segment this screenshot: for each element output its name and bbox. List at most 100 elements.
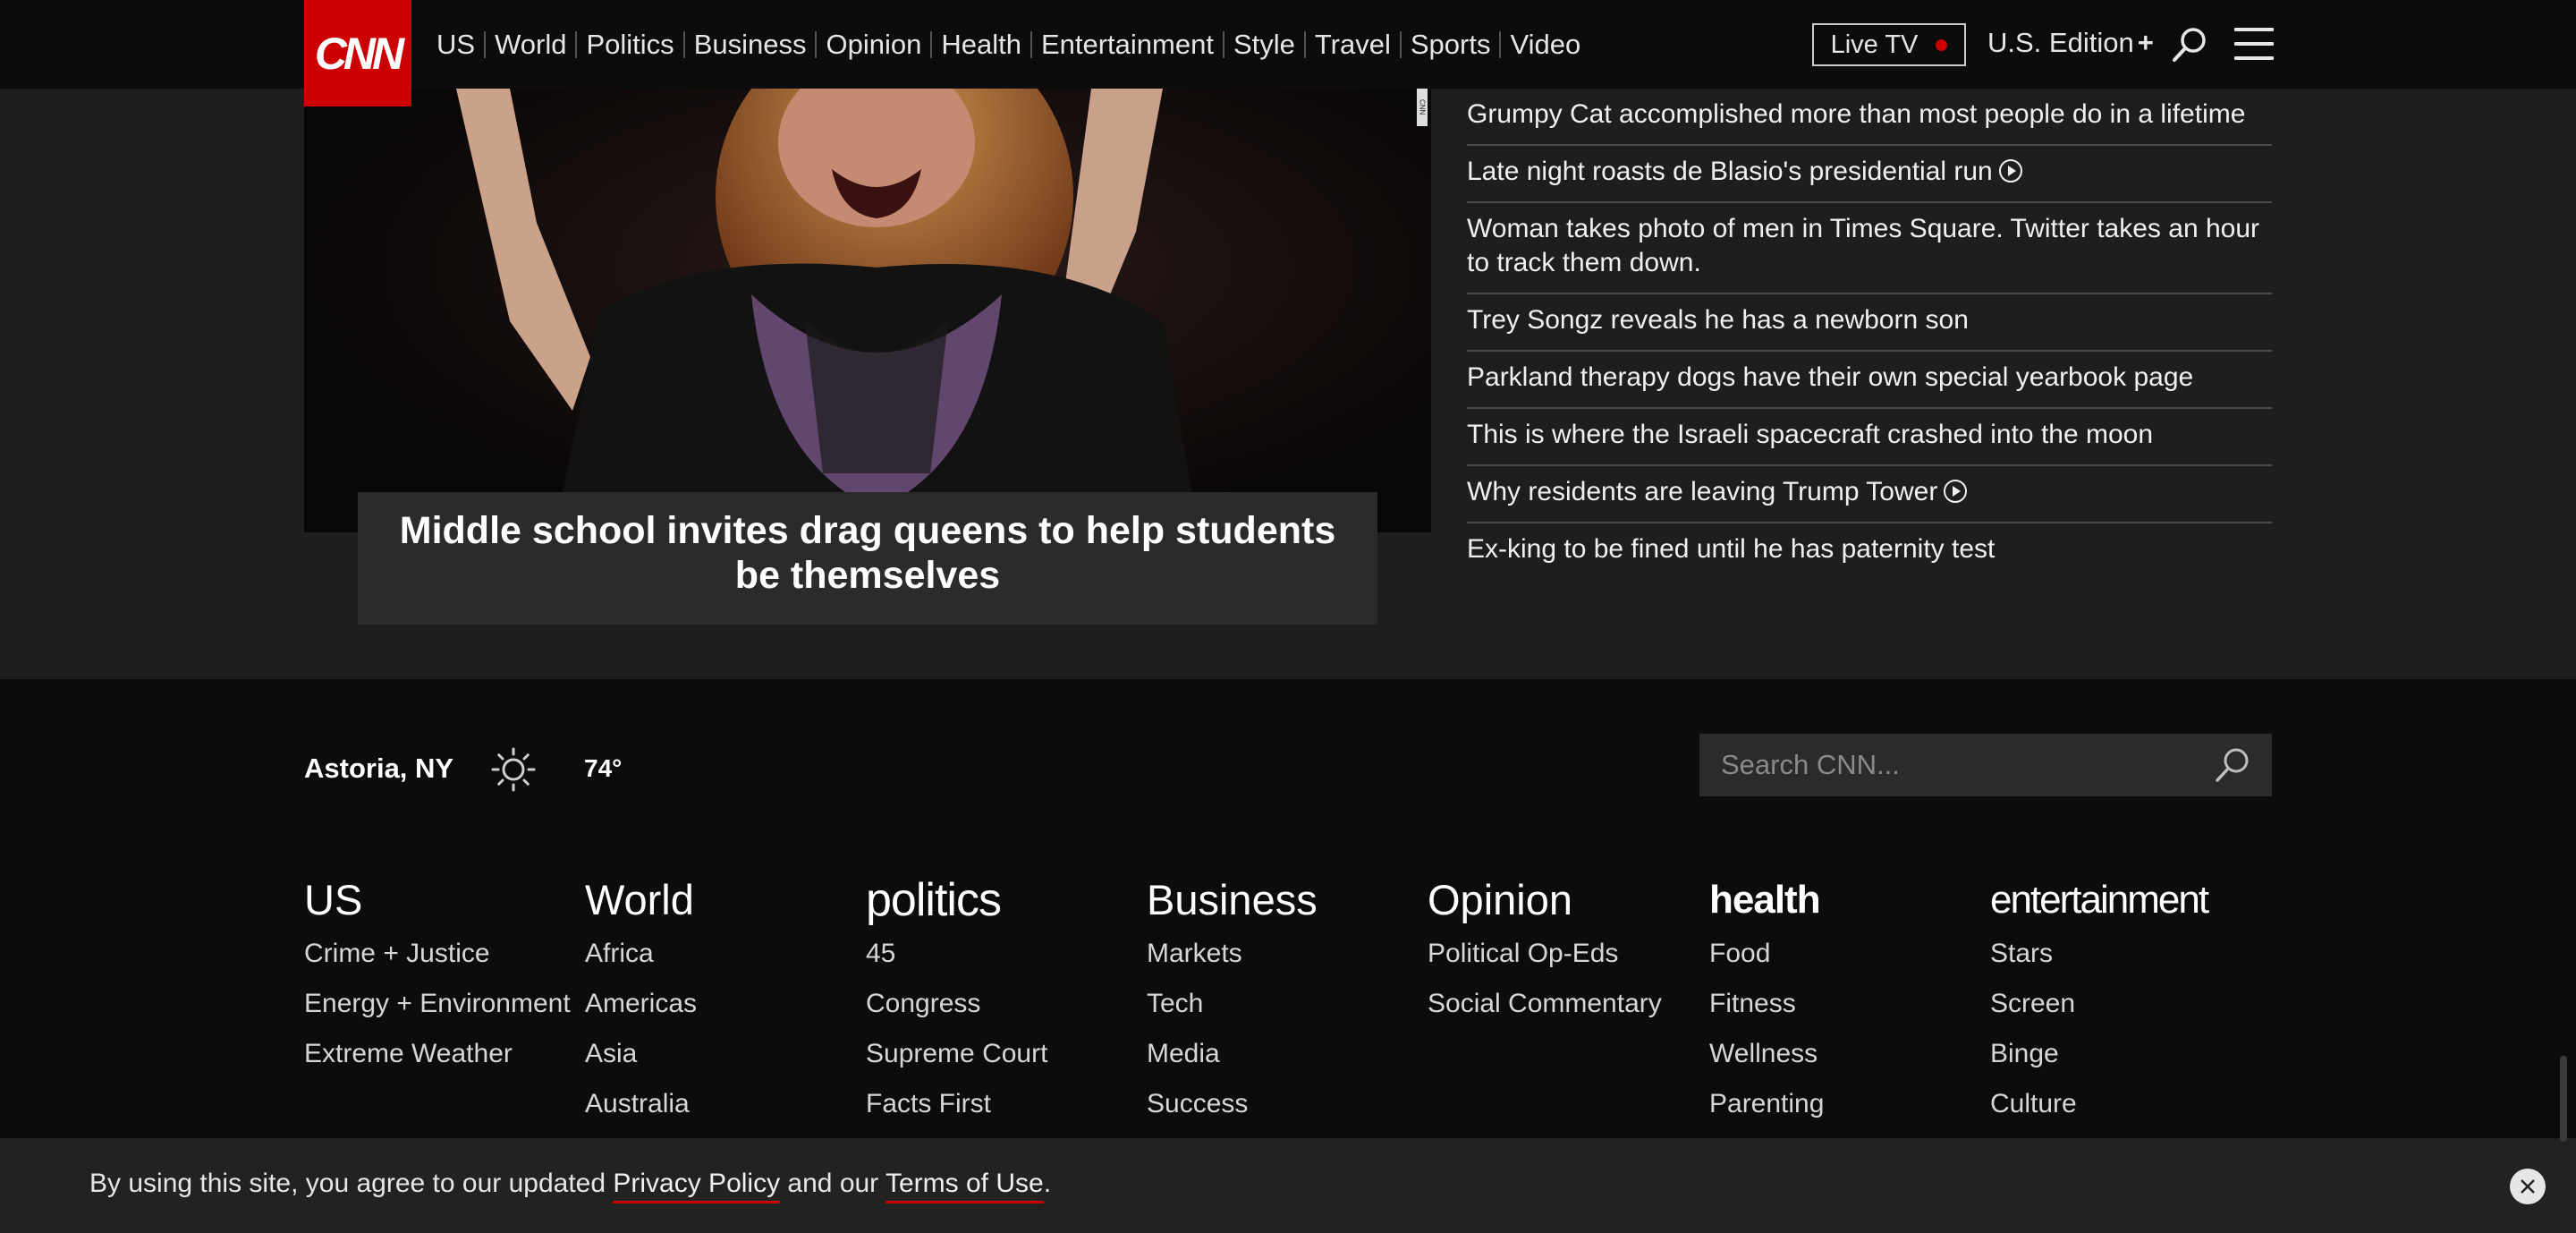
footer-column-entertainment: entertainment Stars Screen Binge Culture	[1990, 872, 2258, 1134]
headline-item[interactable]: Late night roasts de Blasio's presidenti…	[1467, 146, 2272, 203]
footer-link[interactable]: Wellness	[1709, 1033, 1978, 1075]
footer-column-world: World Africa Americas Asia Australia	[585, 872, 853, 1134]
live-tv-button[interactable]: Live TV	[1812, 23, 1966, 66]
logo-text: CNN	[314, 28, 404, 79]
privacy-policy-link[interactable]: Privacy Policy	[613, 1169, 781, 1203]
footer-link[interactable]: Social Commentary	[1428, 983, 1696, 1025]
headline-item[interactable]: This is where the Israeli spacecraft cra…	[1467, 409, 2272, 466]
headline-text: Grumpy Cat accomplished more than most p…	[1467, 99, 2246, 129]
footer-link[interactable]: Food	[1709, 933, 1978, 974]
headline-text: This is where the Israeli spacecraft cra…	[1467, 420, 2154, 449]
footer-column-opinion: Opinion Political Op-Eds Social Commentary	[1428, 872, 1696, 1033]
footer-link[interactable]: Americas	[585, 983, 853, 1025]
hero-image[interactable]	[304, 89, 1431, 532]
photo-credit: CNN	[1417, 89, 1428, 126]
footer-link[interactable]: Markets	[1147, 933, 1415, 974]
footer-column-us: US Crime + Justice Energy + Environment Ext…	[304, 872, 572, 1084]
headline-text: Late night roasts de Blasio's presidenti…	[1467, 157, 1993, 186]
footer-link[interactable]: Stars	[1990, 933, 2258, 974]
search-icon[interactable]	[2213, 745, 2252, 785]
footer-section-title[interactable]: US	[304, 872, 572, 928]
plus-icon: +	[2137, 27, 2154, 58]
headline-text: Parkland therapy dogs have their own spe…	[1467, 362, 2194, 392]
cookie-middle: and our	[780, 1169, 886, 1198]
footer-column-health: health Food Fitness Wellness Parenting	[1709, 872, 1978, 1134]
footer-link[interactable]: Culture	[1990, 1084, 2258, 1125]
footer-section-title[interactable]: Business	[1147, 872, 1415, 928]
footer-link[interactable]: Parenting	[1709, 1084, 1978, 1125]
headline-item[interactable]: Trey Songz reveals he has a newborn son	[1467, 294, 2272, 352]
close-x-glyph	[2521, 1179, 2535, 1194]
headline-item[interactable]: Woman takes photo of men in Times Square…	[1467, 203, 2272, 294]
footer-section-title[interactable]: health	[1709, 872, 1978, 928]
live-tv-label: Live TV	[1830, 30, 1919, 59]
sun-icon	[491, 747, 536, 792]
footer-search-box	[1699, 734, 2272, 796]
nav-item-politics[interactable]: Politics	[577, 29, 682, 61]
footer-link[interactable]: Binge	[1990, 1033, 2258, 1075]
cookie-banner: By using this site, you agree to our upd…	[0, 1138, 2576, 1233]
edition-label: U.S. Edition	[1987, 27, 2134, 58]
nav-item-sports[interactable]: Sports	[1402, 29, 1500, 61]
footer-link[interactable]: Congress	[866, 983, 1134, 1025]
headline-list: Grumpy Cat accomplished more than most p…	[1467, 89, 2272, 579]
footer-link[interactable]: Media	[1147, 1033, 1415, 1075]
footer-link[interactable]: Asia	[585, 1033, 853, 1075]
footer-column-politics: politics 45 Congress Supreme Court Facts Fir…	[866, 872, 1134, 1134]
footer-link[interactable]: Africa	[585, 933, 853, 974]
footer-link[interactable]: Australia	[585, 1084, 853, 1125]
footer-section-title[interactable]: entertainment	[1990, 872, 2258, 928]
nav-item-entertainment[interactable]: Entertainment	[1032, 29, 1223, 61]
edition-selector[interactable]: U.S. Edition +	[1987, 27, 2154, 59]
weather-temperature: 74°	[584, 754, 623, 782]
footer-link[interactable]: Screen	[1990, 983, 2258, 1025]
nav-item-health[interactable]: Health	[932, 29, 1030, 61]
footer-link[interactable]: Energy + Environment	[304, 983, 572, 1025]
headline-item[interactable]: Grumpy Cat accomplished more than most p…	[1467, 89, 2272, 146]
footer-link[interactable]: Facts First	[866, 1084, 1134, 1125]
headline-item[interactable]: Parkland therapy dogs have their own spe…	[1467, 352, 2272, 409]
footer-search-input[interactable]	[1719, 748, 2213, 782]
cookie-prefix: By using this site, you agree to our upd…	[89, 1169, 614, 1198]
hero-headline[interactable]: Middle school invites drag queens to hel…	[358, 492, 1377, 625]
footer-link[interactable]: Extreme Weather	[304, 1033, 572, 1075]
footer-link[interactable]: Crime + Justice	[304, 933, 572, 974]
nav-item-style[interactable]: Style	[1224, 29, 1304, 61]
nav-item-us[interactable]: US	[428, 29, 484, 61]
footer-column-business: Business Markets Tech Media Success	[1147, 872, 1415, 1134]
video-play-icon	[1998, 159, 2022, 183]
footer-link[interactable]: Political Op-Eds	[1428, 933, 1696, 974]
headline-text: Trey Songz reveals he has a newborn son	[1467, 305, 1969, 335]
headline-text: Why residents are leaving Trump Tower	[1467, 477, 1938, 506]
footer-link[interactable]: 45	[866, 933, 1134, 974]
close-icon[interactable]	[2510, 1169, 2546, 1204]
menu-icon[interactable]	[2234, 28, 2274, 60]
nav-item-opinion[interactable]: Opinion	[817, 29, 930, 61]
nav-item-world[interactable]: World	[486, 29, 575, 61]
video-play-icon	[1944, 480, 1968, 503]
footer-section-title[interactable]: politics	[866, 872, 1134, 928]
live-indicator-icon	[1936, 38, 1948, 51]
headline-item[interactable]: Why residents are leaving Trump Tower	[1467, 466, 2272, 523]
footer-link[interactable]: Tech	[1147, 983, 1415, 1025]
performer-photo	[456, 89, 1199, 532]
cnn-logo[interactable]: CNN	[304, 0, 411, 106]
nav-item-business[interactable]: Business	[685, 29, 816, 61]
headline-text: Ex-king to be fined until he has paterni…	[1467, 534, 1996, 564]
footer-link[interactable]: Fitness	[1709, 983, 1978, 1025]
weather-location[interactable]: Astoria, NY	[304, 753, 453, 785]
primary-nav: US World Politics Business Opinion Health Ente…	[428, 0, 1589, 89]
headline-item[interactable]: Ex-king to be fined until he has paterni…	[1467, 523, 2272, 579]
nav-item-travel[interactable]: Travel	[1306, 29, 1400, 61]
footer-link[interactable]: Success	[1147, 1084, 1415, 1125]
footer-link[interactable]: Supreme Court	[866, 1033, 1134, 1075]
terms-of-use-link[interactable]: Terms of Use	[885, 1169, 1044, 1203]
scrollbar-thumb[interactable]	[2560, 1056, 2567, 1142]
nav-item-video[interactable]: Video	[1501, 29, 1589, 61]
footer-section-title[interactable]: World	[585, 872, 853, 928]
cookie-suffix: .	[1043, 1169, 1052, 1198]
headline-text: Woman takes photo of men in Times Square…	[1467, 214, 2260, 277]
footer-section-title[interactable]: Opinion	[1428, 872, 1696, 928]
search-icon[interactable]	[2170, 25, 2209, 64]
cookie-message: By using this site, you agree to our upd…	[89, 1169, 1052, 1203]
